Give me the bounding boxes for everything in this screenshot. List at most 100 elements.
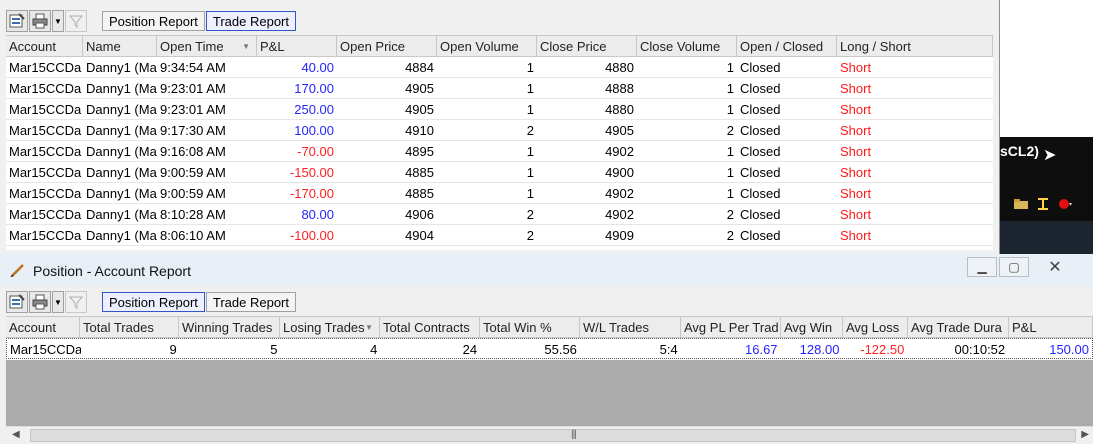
table-row[interactable]: Mar15CCDa Danny1 (Ma 9:16:08 AM -70.00 4895 1… [6, 141, 993, 162]
cell-open-closed: Closed [740, 228, 781, 243]
cell-close-volume: 1 [726, 102, 734, 117]
cell-account: Mar15CCDa [9, 144, 82, 159]
cell-open-time: 9:00:59 AM [160, 186, 226, 201]
column-header-account[interactable]: Account [6, 36, 83, 56]
print-button[interactable] [29, 291, 51, 313]
column-header-total-win[interactable]: Total Win % [480, 317, 580, 337]
column-header-account[interactable]: Account [6, 317, 80, 337]
empty-grid-area [6, 360, 1093, 426]
column-header-p-l[interactable]: P&L [257, 36, 337, 56]
filter-button[interactable] [65, 10, 87, 32]
column-header-avg-loss[interactable]: Avg Loss [843, 317, 908, 337]
print-dropdown-button[interactable]: ▼ [52, 291, 64, 313]
cell-open-volume: 2 [526, 228, 534, 243]
top-toolbar: ▼ Position Report Trade Report [6, 9, 297, 33]
cell-p-l: -70.00 [297, 144, 334, 159]
horizontal-scrollbar[interactable]: ◀ ||| ▶ [6, 426, 1093, 444]
cell-open-price: 4885 [405, 186, 434, 201]
cell-account: Mar15CCDa [10, 342, 81, 357]
cell-open-time: 9:16:08 AM [160, 144, 226, 159]
scrollbar-thumb[interactable]: ||| [30, 429, 1076, 442]
properties-button[interactable] [6, 10, 28, 32]
column-header-total-contracts[interactable]: Total Contracts [380, 317, 480, 337]
cell-name: Danny1 (Ma [86, 60, 157, 75]
column-header-p-l[interactable]: P&L [1009, 317, 1093, 337]
column-header-open-price[interactable]: Open Price [337, 36, 437, 56]
minimize-button[interactable]: ▁ [967, 257, 997, 277]
cell-open-volume: 1 [526, 102, 534, 117]
table-row[interactable]: Mar15CCDa Danny1 (Ma 9:00:59 AM -170.00 4885… [6, 183, 993, 204]
table-row[interactable]: Mar15CCDa 9 5 4 24 55.56 5:4 16.67 128.00 -122.50… [6, 338, 1093, 359]
cell-long-short: Short [840, 207, 872, 222]
print-button[interactable] [29, 10, 51, 32]
cell-open-volume: 1 [526, 60, 534, 75]
column-header-avg-win[interactable]: Avg Win [781, 317, 843, 337]
column-header-avg-pl-per-trad[interactable]: Avg PL Per Trad [681, 317, 781, 337]
align-icon[interactable] [1036, 198, 1050, 210]
title-bar[interactable]: Position - Account Report ▁ ▢ ✕ [0, 254, 1093, 286]
column-header-open-time[interactable]: Open Time ▼ [157, 36, 257, 56]
printer-icon [32, 13, 48, 29]
cell-open-volume: 2 [526, 207, 534, 222]
column-header-close-price[interactable]: Close Price [537, 36, 637, 56]
column-header-open-volume[interactable]: Open Volume [437, 36, 537, 56]
folder-icon[interactable] [1014, 198, 1028, 210]
maximize-icon: ▢ [1008, 260, 1020, 274]
column-header-w-l-trades[interactable]: W/L Trades [580, 317, 681, 337]
cell-name: Danny1 (Ma [86, 102, 157, 117]
cell-close-price: 4902 [605, 144, 634, 159]
cell-name: Danny1 (Ma [86, 228, 157, 243]
printer-icon [32, 294, 48, 310]
column-header-losing-trades[interactable]: Losing Trades ▼ [280, 317, 380, 337]
column-header-close-volume[interactable]: Close Volume [637, 36, 737, 56]
tab-position-report[interactable]: Position Report [102, 11, 205, 31]
scroll-right-icon[interactable]: ▶ [1081, 429, 1089, 440]
table-row[interactable]: Mar15CCDa Danny1 (Ma 9:23:01 AM 170.00 4905 1… [6, 78, 993, 99]
cell-close-volume: 1 [726, 186, 734, 201]
cell-p-l: 40.00 [301, 60, 334, 75]
print-dropdown-button[interactable]: ▼ [52, 10, 64, 32]
column-header-open-closed[interactable]: Open / Closed [737, 36, 837, 56]
filter-button[interactable] [65, 291, 87, 313]
record-icon[interactable] [1058, 198, 1072, 210]
cell-p-l: -170.00 [289, 186, 334, 201]
table-row[interactable]: Mar15CCDa Danny1 (Ma 9:23:01 AM 250.00 4905 1… [6, 99, 993, 120]
cursor-icon: ➤ [1043, 147, 1057, 164]
table-row[interactable]: Mar15CCDa Danny1 (Ma 9:34:54 AM 40.00 4884 1 4… [6, 57, 993, 78]
cell-name: Danny1 (Ma [86, 144, 157, 159]
report-tabs: Position Report Trade Report [102, 292, 297, 312]
trade-report-table: Account Name Open Time ▼ P&L Open Price Open V… [6, 35, 993, 250]
close-button[interactable]: ✕ [1031, 257, 1079, 277]
tab-trade-report[interactable]: Trade Report [205, 11, 296, 31]
table-row[interactable]: Mar15CCDa Danny1 (Ma 9:17:30 AM 100.00 4910 2… [6, 120, 993, 141]
grip-icon: ||| [571, 429, 577, 440]
cell-open-time: 8:06:10 AM [160, 228, 226, 243]
cell-total-win: 55.56 [544, 342, 577, 357]
table-row[interactable]: Mar15CCDa Danny1 (Ma 9:00:59 AM -150.00 4885… [6, 162, 993, 183]
column-header-avg-trade-dura[interactable]: Avg Trade Dura [908, 317, 1009, 337]
cell-p-l: 80.00 [301, 207, 334, 222]
tab-trade-report[interactable]: Trade Report [205, 292, 296, 312]
column-header-name[interactable]: Name [83, 36, 157, 56]
cell-close-price: 4880 [605, 102, 634, 117]
maximize-button[interactable]: ▢ [999, 257, 1029, 277]
cell-close-price: 4888 [605, 81, 634, 96]
column-header-total-trades[interactable]: Total Trades [80, 317, 179, 337]
cell-open-closed: Closed [740, 186, 781, 201]
cell-p-l: 100.00 [294, 123, 334, 138]
cell-open-volume: 1 [526, 165, 534, 180]
properties-button[interactable] [6, 291, 28, 313]
column-header-winning-trades[interactable]: Winning Trades [179, 317, 280, 337]
table-row[interactable]: Mar15CCDa Danny1 (Ma 8:06:10 AM -100.00 4904… [6, 225, 993, 246]
column-header-long-short[interactable]: Long / Short [837, 36, 993, 56]
cell-name: Danny1 (Ma [86, 123, 157, 138]
dark-strip [1000, 221, 1093, 254]
scroll-left-icon[interactable]: ◀ [12, 429, 20, 440]
cell-open-closed: Closed [740, 102, 781, 117]
dark-toolbar [1014, 198, 1072, 210]
table-row[interactable]: Mar15CCDa Danny1 (Ma 8:10:28 AM 80.00 4906 2 4… [6, 204, 993, 225]
cell-open-time: 9:23:01 AM [160, 81, 226, 96]
cell-close-volume: 1 [726, 144, 734, 159]
tab-position-report[interactable]: Position Report [102, 292, 205, 312]
cell-open-closed: Closed [740, 165, 781, 180]
